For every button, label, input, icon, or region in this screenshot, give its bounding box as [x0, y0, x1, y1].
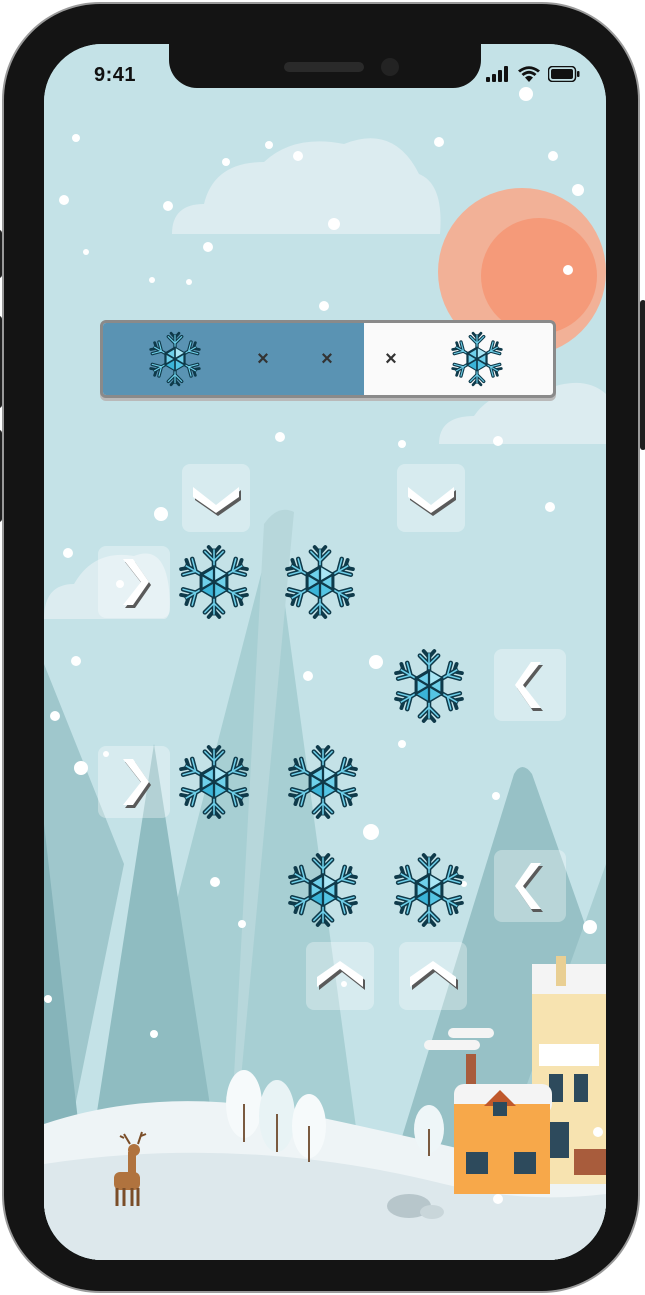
signal-icon — [486, 66, 508, 82]
arrow-left-button[interactable] — [494, 649, 566, 721]
game-screen: 9:41 × × × — [44, 44, 606, 1260]
volume-down-button — [0, 430, 2, 522]
snowflake-icon — [147, 331, 203, 387]
progress-bar: × × × — [100, 320, 556, 398]
progress-slot-cross-3: × — [359, 323, 423, 395]
arrow-left-button[interactable] — [494, 850, 566, 922]
front-camera — [381, 58, 399, 76]
chevron-left-icon — [515, 662, 541, 708]
snowflake-piece[interactable] — [174, 544, 254, 620]
snowflake-icon — [174, 544, 254, 620]
chevron-down-icon — [193, 487, 239, 513]
snowflake-piece[interactable] — [283, 852, 363, 928]
speaker — [284, 62, 364, 72]
phone-frame: 9:41 × × × — [0, 4, 645, 1291]
snowflake-icon — [174, 744, 254, 820]
snowflake-icon — [283, 744, 363, 820]
snowflake-icon — [389, 852, 469, 928]
snowflake-icon — [283, 852, 363, 928]
snowflake-piece[interactable] — [174, 744, 254, 820]
volume-up-button — [0, 316, 2, 408]
status-time: 9:41 — [94, 64, 137, 86]
snowflake-icon — [389, 648, 469, 724]
status-icons — [486, 66, 580, 82]
snowflake-piece[interactable] — [389, 852, 469, 928]
snowflake-icon — [449, 331, 505, 387]
cross-icon: × — [257, 347, 269, 370]
snowflake-piece[interactable] — [283, 744, 363, 820]
snowflake-icon — [280, 544, 360, 620]
chevron-right-icon — [123, 559, 149, 605]
progress-slot-cross-1: × — [231, 323, 295, 395]
sun-inner — [481, 218, 597, 334]
battery-icon — [548, 66, 580, 82]
arrow-down-button[interactable] — [182, 464, 250, 532]
chevron-down-icon — [408, 487, 454, 513]
progress-slot-snowflake-1 — [143, 323, 207, 395]
progress-slot-snowflake-2 — [445, 323, 509, 395]
cross-icon: × — [385, 347, 397, 370]
chevron-up-icon — [410, 961, 456, 987]
progress-slot-cross-2: × — [295, 323, 359, 395]
power-button — [640, 300, 645, 450]
arrow-right-button[interactable] — [98, 746, 170, 818]
notch — [169, 44, 481, 88]
cross-icon: × — [321, 347, 333, 370]
snowflake-piece[interactable] — [280, 544, 360, 620]
mute-switch — [0, 230, 2, 278]
snowflake-piece[interactable] — [389, 648, 469, 724]
arrow-up-button[interactable] — [306, 942, 374, 1010]
wifi-icon — [518, 66, 540, 82]
chevron-up-icon — [317, 961, 363, 987]
arrow-down-button[interactable] — [397, 464, 465, 532]
arrow-up-button[interactable] — [399, 942, 467, 1010]
chevron-right-icon — [123, 759, 149, 805]
arrow-right-button[interactable] — [98, 546, 170, 618]
chevron-left-icon — [515, 863, 541, 909]
